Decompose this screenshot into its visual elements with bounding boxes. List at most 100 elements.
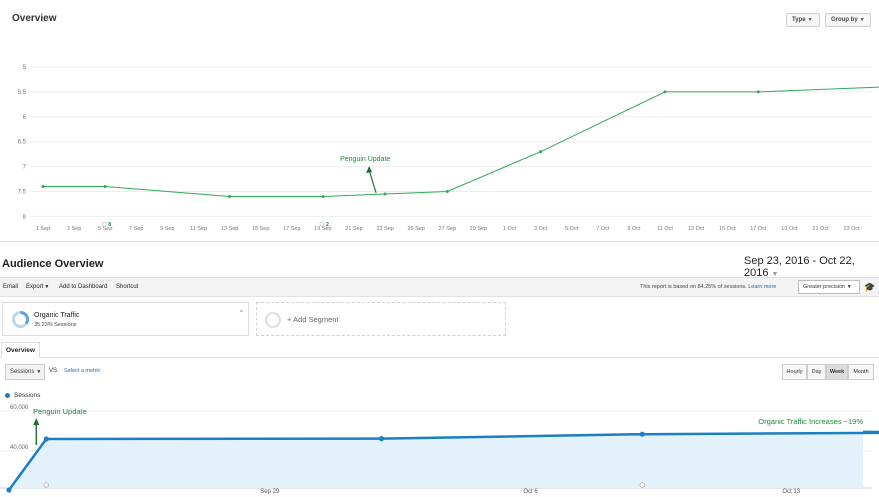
- vs-label: VS.: [49, 368, 59, 374]
- ranking-point: [445, 190, 449, 193]
- empty-segment-ring-icon: [265, 312, 281, 328]
- x-tick-label: 13 Oct: [688, 226, 705, 232]
- ranking-point: [383, 192, 387, 196]
- legend-dot-icon: [5, 393, 10, 398]
- granularity-week-button[interactable]: Week: [826, 364, 848, 380]
- x-tick-label: 13 Sep: [221, 226, 238, 232]
- caret-down-icon: ▼: [36, 369, 42, 375]
- audience-overview-title: Audience Overview: [2, 258, 104, 270]
- x-tick-label: 19 Sep: [314, 226, 331, 232]
- annotation-arrow: [368, 169, 377, 194]
- export-link[interactable]: Export▼: [26, 284, 49, 290]
- ranking-line-chart: 55.566.577.581 Sep 3 Sep 5 Sep 7 Sep 9 Sep 11…: [18, 65, 879, 232]
- x-tick-label: 3 Sep: [67, 226, 81, 232]
- ranking-point: [539, 150, 543, 154]
- sessions-point: [6, 487, 12, 493]
- x-tick-label: 1 Sep: [36, 226, 50, 232]
- ranking-point: [756, 90, 760, 94]
- segment-name: Organic Traffic: [34, 312, 80, 319]
- x-tick-label: Sep 29: [260, 489, 280, 495]
- y-tick-label: 60,000: [10, 405, 29, 411]
- y-tick-label: 6.5: [18, 140, 27, 146]
- x-tick-label: 23 Oct: [843, 226, 860, 232]
- ranking-point: [228, 194, 232, 198]
- x-tick-label: 11 Sep: [190, 226, 207, 232]
- annotation-marker-label: 2: [326, 222, 329, 228]
- ranking-point: [103, 185, 107, 189]
- date-range-text: Sep 23, 2016 - Oct 22, 2016: [744, 255, 855, 279]
- organic-traffic-annotation: Organic Traffic Increases ~19%: [758, 417, 863, 426]
- annotation-arrowhead-icon: [33, 418, 40, 425]
- add-segment-button[interactable]: + Add Segment: [256, 302, 506, 336]
- add-segment-label: + Add Segment: [287, 315, 339, 324]
- x-tick-label: 3 Oct: [534, 226, 548, 232]
- x-tick-label: 21 Sep: [345, 226, 362, 232]
- precision-select[interactable]: Greater precision ▼: [798, 280, 860, 294]
- x-tick-label: 1 Oct: [503, 226, 517, 232]
- x-tick-label: 5 Oct: [565, 226, 579, 232]
- sessions-point: [378, 436, 385, 442]
- tab-bar: [0, 357, 879, 358]
- x-tick-label: 9 Oct: [627, 226, 641, 232]
- segment-donut-icon: [12, 311, 29, 328]
- sampling-note-text: This report is based on 84.25% of sessio…: [640, 284, 747, 290]
- report-toolbar: Email Export▼ Add to Dashboard Shortcut …: [0, 277, 879, 297]
- shortcut-link[interactable]: Shortcut: [116, 284, 138, 290]
- annotation-marker-icon: [43, 482, 49, 488]
- granularity-hourly-button[interactable]: Hourly: [782, 364, 807, 380]
- y-tick-label: 6: [23, 115, 27, 121]
- granularity-month-button[interactable]: Month: [848, 364, 874, 380]
- y-tick-label: 7.5: [18, 190, 27, 196]
- y-tick-label: 8: [23, 214, 27, 220]
- x-tick-label: 17 Oct: [750, 226, 767, 232]
- metric-select-label: Sessions: [10, 369, 35, 375]
- x-tick-label: Oct 13: [782, 489, 800, 495]
- x-tick-label: 11 Oct: [657, 226, 673, 232]
- x-tick-label: 9 Sep: [160, 226, 174, 232]
- date-range-picker[interactable]: Sep 23, 2016 - Oct 22, 2016 ▼: [744, 255, 879, 279]
- chevron-down-icon[interactable]: ⌄: [238, 305, 245, 314]
- ranking-point: [41, 185, 45, 189]
- annotation-marker-icon: [639, 482, 645, 488]
- penguin-update-annotation: Penguin Update: [340, 156, 390, 163]
- x-tick-label: 7 Oct: [596, 226, 610, 232]
- caret-down-icon: ▼: [44, 284, 50, 290]
- x-tick-label: 29 Sep: [470, 226, 487, 232]
- annotation-marker-label: 8: [108, 222, 111, 228]
- sessions-point: [43, 436, 49, 442]
- y-tick-label: 5: [23, 65, 27, 71]
- precision-select-label: Greater precision: [803, 284, 846, 290]
- y-tick-label: 40,000: [10, 445, 29, 451]
- x-tick-label: 19 Oct: [781, 226, 798, 232]
- tab-overview[interactable]: Overview: [1, 342, 40, 358]
- export-label: Export: [26, 284, 44, 290]
- select-metric-link[interactable]: Select a metric: [64, 368, 100, 374]
- x-tick-label: 7 Sep: [129, 226, 143, 232]
- sessions-series-line: [7, 430, 879, 491]
- x-tick-label: 15 Sep: [252, 226, 269, 232]
- x-tick-label: 21 Oct: [812, 226, 829, 232]
- email-link[interactable]: Email: [3, 284, 18, 290]
- x-tick-label: 17 Sep: [283, 226, 300, 232]
- graduation-cap-icon[interactable]: 🎓: [864, 282, 875, 293]
- granularity-day-button[interactable]: Day: [807, 364, 826, 380]
- x-tick-label: Oct 6: [523, 489, 538, 495]
- add-to-dashboard-link[interactable]: Add to Dashboard: [59, 284, 107, 290]
- ranking-point: [321, 194, 325, 198]
- penguin-update-annotation: Penguin Update: [33, 407, 87, 416]
- caret-down-icon: ▼: [846, 284, 852, 290]
- x-tick-label: 25 Sep: [407, 226, 424, 232]
- sessions-point: [639, 431, 645, 437]
- x-tick-label: 27 Sep: [439, 226, 456, 232]
- learn-more-link[interactable]: Learn more: [748, 284, 776, 290]
- legend-label: Sessions: [14, 392, 41, 399]
- sessions-area-fill: [9, 432, 879, 490]
- segment-card-organic-traffic[interactable]: Organic Traffic 35.23% Sessions ⌄: [2, 302, 249, 336]
- ranking-point: [663, 90, 667, 94]
- segment-percentage: 35.23% Sessions: [34, 322, 77, 328]
- y-tick-label: 7: [23, 165, 27, 171]
- sampling-note: This report is based on 84.25% of sessio…: [640, 284, 776, 290]
- metric-select[interactable]: Sessions ▼: [5, 364, 45, 380]
- y-tick-label: 5.5: [18, 90, 27, 96]
- x-tick-label: 15 Oct: [719, 226, 736, 232]
